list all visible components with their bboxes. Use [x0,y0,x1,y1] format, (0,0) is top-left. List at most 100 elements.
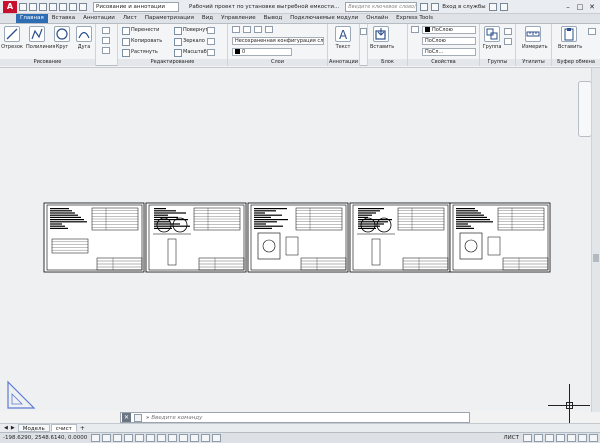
block-panel-title[interactable]: Блок [368,59,407,66]
app-logo-icon[interactable]: A [3,0,17,13]
match-properties-icon[interactable] [411,26,419,33]
osnap-icon[interactable] [135,434,145,442]
workspace-select[interactable]: Рисование и аннотации [93,1,179,12]
arc-tool[interactable]: Дуга [73,26,95,50]
polar-icon[interactable] [124,434,134,442]
tab-express-tools[interactable]: Express Tools [392,14,437,23]
move-tool[interactable]: Перенести [122,26,159,35]
snap-icon[interactable] [91,434,101,442]
array-icon[interactable] [207,49,215,56]
copy-clip-icon[interactable] [588,28,596,35]
tab-plugins[interactable]: Подключаемые модули [286,14,362,23]
paste-tool[interactable]: Вставить [558,26,582,50]
add-layout-icon[interactable]: + [80,425,85,432]
selection-cycling-icon[interactable] [212,434,222,442]
drawing-sheet-3[interactable] [247,202,349,273]
search-input[interactable]: Введите ключевое слово/фразу [345,1,418,12]
signin-link[interactable]: Вход в службы [442,4,485,10]
tab-manage[interactable]: Управление [217,14,260,23]
search-icon[interactable] [420,2,429,11]
ducs-icon[interactable] [157,434,167,442]
annotation-panel-title[interactable]: Аннотации [328,59,359,66]
print-icon[interactable] [59,2,67,11]
tab-output[interactable]: Вывод [260,14,287,23]
stretch-tool[interactable]: Растянуть [122,48,158,57]
line-tool[interactable]: Отрезок [1,26,23,50]
clipboard-panel-title[interactable]: Буфер обмена [552,59,600,66]
drawing-sheet-4[interactable] [349,202,451,273]
ortho-icon[interactable] [113,434,123,442]
layer-isolate-icon[interactable] [254,26,262,33]
rectangle-icon[interactable] [102,27,110,34]
layer-properties-icon[interactable] [232,26,240,33]
save-as-icon[interactable] [49,2,57,11]
lineweight-icon[interactable] [179,434,189,442]
transparency-icon[interactable] [190,434,200,442]
help-icon[interactable] [499,2,508,11]
undo-icon[interactable] [69,2,77,11]
polyline-tool[interactable]: Полилиния [26,26,55,50]
modify-panel-title[interactable]: Редактирование [118,59,227,66]
properties-panel-title[interactable]: Свойства [408,59,479,66]
tab-prev-arrow-icon[interactable]: ◀ [4,425,8,431]
copy-tool[interactable]: Копировать [122,37,162,46]
fullscreen-icon[interactable] [589,434,598,442]
lineweight-select[interactable]: ПоСл... [422,48,476,56]
user-icon[interactable] [431,2,440,11]
save-icon[interactable] [39,2,47,11]
redo-icon[interactable] [79,2,87,11]
tab-online[interactable]: Онлайн [362,14,392,23]
scale-tool[interactable]: Масштаб [174,48,207,57]
quick-properties-icon[interactable] [201,434,211,442]
utilities-panel-title[interactable]: Утилиты [516,59,551,66]
tab-annotate[interactable]: Аннотации [79,14,119,23]
tab-parametric[interactable]: Параметризация [141,14,198,23]
close-icon[interactable]: ✕ [122,413,131,422]
measure-tool[interactable]: Измерить [522,26,548,50]
lock-icon[interactable] [578,434,587,442]
new-file-icon[interactable] [19,2,27,11]
drawing-canvas[interactable] [0,67,600,426]
customize-icon[interactable] [134,413,142,422]
otrack-icon[interactable] [146,434,156,442]
dimension-icon[interactable] [360,28,367,35]
trim-icon[interactable] [207,27,215,34]
mirror-tool[interactable]: Зеркало [174,37,205,46]
fillet-icon[interactable] [207,38,215,45]
space-label[interactable]: ЛИСТ [504,435,519,441]
circle-tool[interactable]: Круг [51,26,73,50]
workspace-switch-icon[interactable] [567,434,576,442]
navigation-bar[interactable] [578,81,592,137]
tab-view[interactable]: Вид [198,14,217,23]
linetype-select[interactable]: ПоСлою [422,37,476,45]
open-file-icon[interactable] [29,2,37,11]
minimize-icon[interactable]: – [562,3,574,11]
dyn-icon[interactable] [168,434,178,442]
layers-panel-title[interactable]: Слои [228,59,327,66]
drawing-sheet-1[interactable] [43,202,145,273]
exchange-icon[interactable] [488,2,497,11]
draw-panel-title[interactable]: Рисование [0,59,95,66]
grid-icon[interactable] [102,434,112,442]
command-input[interactable] [151,414,352,421]
scroll-thumb[interactable] [593,254,599,262]
tab-next-arrow-icon[interactable]: ▶ [11,425,15,431]
annotation-scale-icon[interactable] [556,434,565,442]
group-edit-icon[interactable] [504,38,512,45]
ungroup-icon[interactable] [504,28,512,35]
maximize-icon[interactable]: □ [574,3,586,11]
group-tool[interactable]: Группа [481,26,503,50]
tab-layout[interactable]: Лист [119,14,141,23]
hatch-icon[interactable] [102,37,110,44]
tab-insert[interactable]: Вставка [48,14,79,23]
vertical-scrollbar[interactable] [591,68,600,412]
insert-block-tool[interactable]: Вставить [370,26,394,50]
pan-icon[interactable] [534,434,543,442]
drawing-sheet-5[interactable] [449,202,551,273]
tab-home[interactable]: Главная [16,14,48,23]
text-tool[interactable]: A Текст [332,26,354,50]
tab-layout-sheet[interactable]: счист [50,424,77,432]
color-select[interactable]: ПоСлою [422,26,476,34]
layer-off-icon[interactable] [243,26,251,33]
close-icon[interactable]: ✕ [586,3,598,11]
